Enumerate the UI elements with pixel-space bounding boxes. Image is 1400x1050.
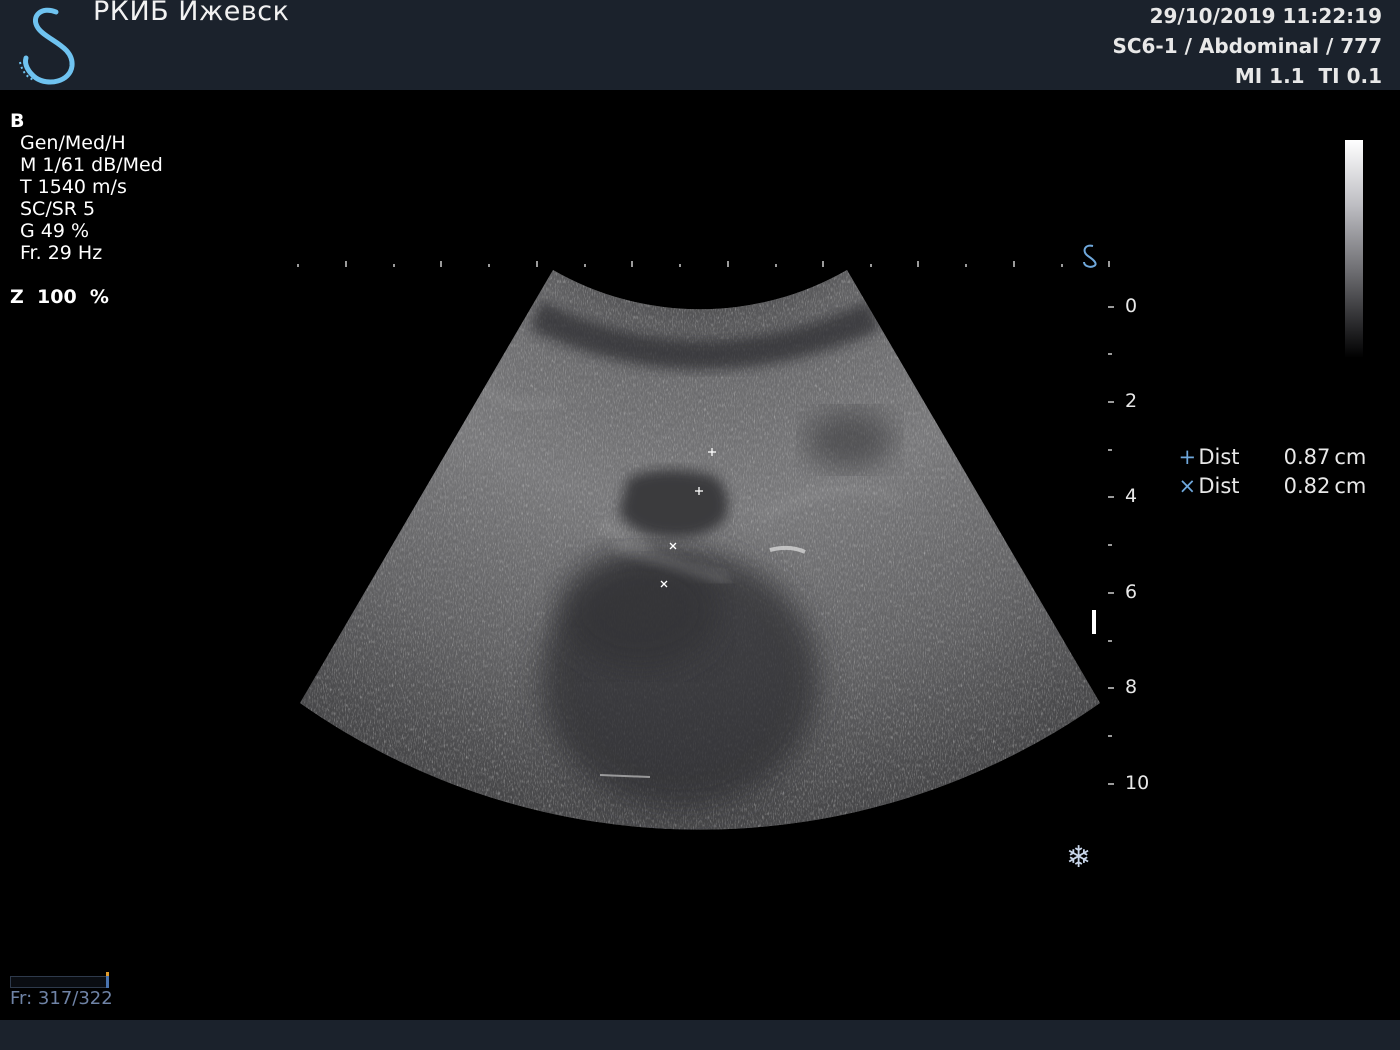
bottom-status-bar [0, 1020, 1400, 1050]
depth-label: 10 [1125, 772, 1150, 794]
cross-caliper-icon: × [1178, 474, 1197, 498]
measurement-row[interactable]: × Dist 0.82 cm [1163, 450, 1367, 498]
orientation-marker-icon [1083, 244, 1097, 268]
measurement-unit: cm [1334, 474, 1367, 498]
cine-position-marker[interactable] [106, 972, 109, 988]
measurement-value: 0.82 [1283, 474, 1331, 498]
depth-scale-ticks [1108, 306, 1114, 785]
cine-loop-bar[interactable] [10, 976, 108, 988]
depth-label: 4 [1125, 485, 1138, 507]
lateral-scale [297, 261, 1110, 267]
depth-label: 8 [1125, 676, 1138, 698]
frame-counter: Fr: 317/322 [10, 988, 113, 1009]
snowflake-icon[interactable]: ❄ [1066, 840, 1091, 875]
depth-label: 2 [1125, 390, 1138, 412]
ultrasound-image[interactable] [0, 0, 1400, 1050]
measurement-label: Dist [1198, 474, 1240, 498]
depth-label: 6 [1125, 581, 1138, 603]
grayscale-bar [1345, 140, 1363, 358]
focus-marker[interactable] [1092, 610, 1096, 634]
depth-label: 0 [1125, 295, 1138, 317]
sector-image [300, 270, 1100, 830]
